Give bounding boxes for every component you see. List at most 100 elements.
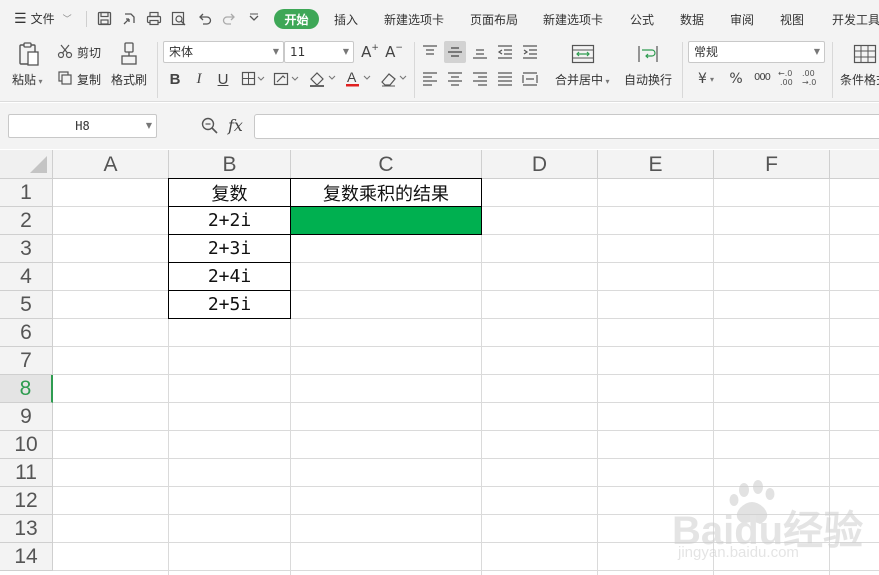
column-header-g[interactable] bbox=[830, 150, 879, 179]
cell-b3[interactable]: 2+3i bbox=[168, 234, 291, 263]
clear-format-icon[interactable] bbox=[378, 69, 408, 89]
cell-c2-highlighted[interactable] bbox=[290, 206, 482, 235]
align-middle-icon[interactable] bbox=[444, 41, 466, 63]
divider bbox=[414, 42, 415, 98]
undo-icon[interactable] bbox=[195, 9, 213, 27]
row-header-3[interactable]: 3 bbox=[0, 235, 53, 263]
font-name-select[interactable]: 宋体 ▼ bbox=[163, 41, 284, 63]
tab-new-2[interactable]: 新建选项卡 bbox=[543, 11, 603, 28]
italic-icon[interactable]: I bbox=[190, 69, 208, 89]
row-header-13[interactable]: 13 bbox=[0, 515, 53, 543]
wrap-text-label[interactable]: 自动换行 bbox=[624, 71, 672, 88]
copy-icon[interactable] bbox=[56, 69, 74, 87]
distributed-icon[interactable] bbox=[520, 69, 540, 89]
tab-view[interactable]: 视图 bbox=[780, 11, 804, 28]
cell-b4[interactable]: 2+4i bbox=[168, 262, 291, 291]
copy-label[interactable]: 复制 bbox=[77, 71, 101, 88]
merge-center-icon[interactable] bbox=[570, 42, 596, 66]
decrease-decimal-icon[interactable]: .00 →.0 bbox=[800, 67, 822, 89]
function-icon[interactable]: fx bbox=[228, 116, 243, 135]
cell-b5[interactable]: 2+5i bbox=[168, 290, 291, 319]
font-color-icon[interactable]: A bbox=[343, 69, 373, 89]
format-painter-label[interactable]: 格式刷 bbox=[111, 71, 147, 88]
align-center-icon[interactable] bbox=[445, 69, 465, 89]
tab-insert[interactable]: 插入 bbox=[334, 11, 358, 28]
cell-b2[interactable]: 2+2i bbox=[168, 206, 291, 235]
svg-text:A: A bbox=[347, 70, 357, 85]
row-header-5[interactable]: 5 bbox=[0, 291, 53, 319]
tab-page-layout[interactable]: 页面布局 bbox=[470, 11, 518, 28]
paste-label: 粘贴 bbox=[12, 73, 37, 87]
row-header-11[interactable]: 11 bbox=[0, 459, 53, 487]
print-preview-icon[interactable] bbox=[170, 9, 188, 27]
fill-color-icon[interactable] bbox=[307, 69, 337, 89]
scissors-icon[interactable] bbox=[56, 42, 74, 60]
merge-center-button[interactable]: 合并居中 ▾ bbox=[555, 71, 610, 88]
row-header-10[interactable]: 10 bbox=[0, 431, 53, 459]
export-icon[interactable] bbox=[120, 9, 138, 27]
chevron-down-icon: ▼ bbox=[272, 47, 279, 56]
align-bottom-icon[interactable] bbox=[470, 42, 490, 62]
justify-icon[interactable] bbox=[495, 69, 515, 89]
underline-icon[interactable]: U bbox=[214, 69, 232, 89]
tab-developer[interactable]: 开发工具 bbox=[832, 11, 879, 28]
divider bbox=[832, 42, 833, 98]
row-header-1[interactable]: 1 bbox=[0, 179, 53, 207]
outdent-icon[interactable] bbox=[495, 42, 515, 62]
decrease-font-icon[interactable]: A − bbox=[384, 43, 404, 61]
tab-home[interactable]: 开始 bbox=[274, 9, 319, 29]
borders-icon[interactable] bbox=[240, 69, 266, 89]
column-header-c[interactable]: C bbox=[291, 150, 482, 179]
column-header-b[interactable]: B bbox=[169, 150, 291, 179]
currency-icon[interactable]: ¥ ▾ bbox=[692, 69, 720, 89]
increase-decimal-icon[interactable]: ←.0.00 bbox=[776, 67, 798, 89]
formula-input[interactable] bbox=[254, 114, 879, 139]
file-menu[interactable]: ☰ 文件 ﹀ bbox=[14, 10, 72, 27]
indent-icon[interactable] bbox=[520, 42, 540, 62]
bold-icon[interactable]: B bbox=[166, 69, 184, 89]
row-header-14[interactable]: 14 bbox=[0, 543, 53, 571]
paste-button[interactable]: 粘贴 ▾ bbox=[12, 71, 43, 88]
cell-style-icon[interactable] bbox=[272, 69, 300, 89]
zoom-icon[interactable] bbox=[200, 116, 220, 136]
row-header-4[interactable]: 4 bbox=[0, 263, 53, 291]
column-header-e[interactable]: E bbox=[598, 150, 714, 179]
currency-symbol: ¥ bbox=[698, 71, 707, 87]
row-header-7[interactable]: 7 bbox=[0, 347, 53, 375]
percent-icon[interactable]: % bbox=[726, 69, 746, 89]
tab-review[interactable]: 审阅 bbox=[730, 11, 754, 28]
row-header-6[interactable]: 6 bbox=[0, 319, 53, 347]
conditional-format-label[interactable]: 条件格式 bbox=[840, 71, 879, 88]
save-icon[interactable] bbox=[95, 9, 113, 27]
tab-new-1[interactable]: 新建选项卡 bbox=[384, 11, 444, 28]
cut-label[interactable]: 剪切 bbox=[77, 44, 101, 61]
row-header-12[interactable]: 12 bbox=[0, 487, 53, 515]
format-painter-icon[interactable] bbox=[117, 41, 141, 67]
paste-icon[interactable] bbox=[15, 40, 43, 68]
print-icon[interactable] bbox=[145, 9, 163, 27]
align-right-icon[interactable] bbox=[470, 69, 490, 89]
formula-bar: H8 ▼ fx bbox=[0, 103, 879, 149]
row-header-8[interactable]: 8 bbox=[0, 375, 53, 403]
column-header-d[interactable]: D bbox=[482, 150, 598, 179]
conditional-format-icon[interactable] bbox=[852, 42, 878, 66]
tab-formulas[interactable]: 公式 bbox=[630, 11, 654, 28]
wrap-text-icon[interactable] bbox=[635, 42, 661, 66]
number-format-select[interactable]: 常规 ▼ bbox=[688, 41, 825, 63]
select-all-corner[interactable] bbox=[0, 150, 53, 179]
cell-c1[interactable]: 复数乘积的结果 bbox=[290, 178, 482, 207]
tab-data[interactable]: 数据 bbox=[680, 11, 704, 28]
column-header-a[interactable]: A bbox=[53, 150, 169, 179]
increase-font-icon[interactable]: A + bbox=[360, 43, 380, 61]
customize-dropdown-icon[interactable] bbox=[245, 9, 263, 27]
row-header-2[interactable]: 2 bbox=[0, 207, 53, 235]
name-box[interactable]: H8 ▼ bbox=[8, 114, 157, 138]
font-size-select[interactable]: 11 ▼ bbox=[284, 41, 354, 63]
align-top-icon[interactable] bbox=[420, 42, 440, 62]
row-header-9[interactable]: 9 bbox=[0, 403, 53, 431]
thousands-icon[interactable]: 000 bbox=[750, 67, 774, 87]
cell-b1[interactable]: 复数 bbox=[168, 178, 291, 207]
redo-icon[interactable] bbox=[220, 9, 238, 27]
align-left-icon[interactable] bbox=[420, 69, 440, 89]
column-header-f[interactable]: F bbox=[714, 150, 830, 179]
